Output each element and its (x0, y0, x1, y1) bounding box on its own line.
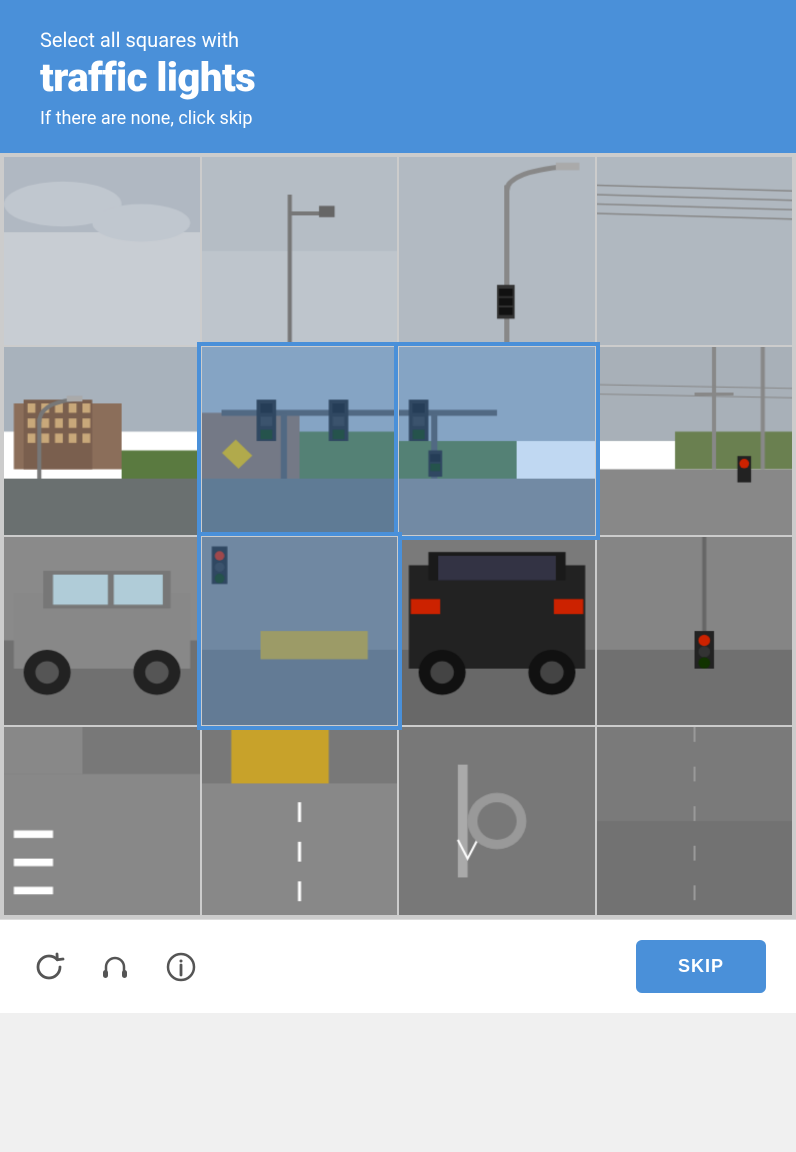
grid-cell-5[interactable] (201, 346, 399, 536)
grid-cell-2[interactable] (398, 156, 596, 346)
footer-icons (30, 948, 200, 986)
header-subtitle: Select all squares with (40, 28, 756, 52)
grid-cell-3[interactable] (596, 156, 794, 346)
grid-cell-0[interactable] (3, 156, 201, 346)
captcha-container: Select all squares with traffic lights I… (0, 0, 796, 1013)
grid-cell-11[interactable] (596, 536, 794, 726)
header-instruction: If there are none, click skip (40, 108, 756, 129)
grid-cell-12[interactable] (3, 726, 201, 916)
grid-cell-4[interactable] (3, 346, 201, 536)
refresh-button[interactable] (30, 948, 68, 986)
audio-button[interactable] (96, 948, 134, 986)
grid-cell-6[interactable] (398, 346, 596, 536)
grid-cell-14[interactable] (398, 726, 596, 916)
grid-cell-13[interactable] (201, 726, 399, 916)
grid-cell-7[interactable] (596, 346, 794, 536)
image-grid (0, 153, 796, 919)
grid-cell-1[interactable] (201, 156, 399, 346)
captcha-header: Select all squares with traffic lights I… (0, 0, 796, 153)
info-button[interactable] (162, 948, 200, 986)
grid-cell-9[interactable] (201, 536, 399, 726)
grid-cell-15[interactable] (596, 726, 794, 916)
grid-cell-8[interactable] (3, 536, 201, 726)
footer: SKIP (0, 919, 796, 1013)
header-title: traffic lights (40, 56, 756, 100)
skip-button[interactable]: SKIP (636, 940, 766, 993)
grid-cell-10[interactable] (398, 536, 596, 726)
